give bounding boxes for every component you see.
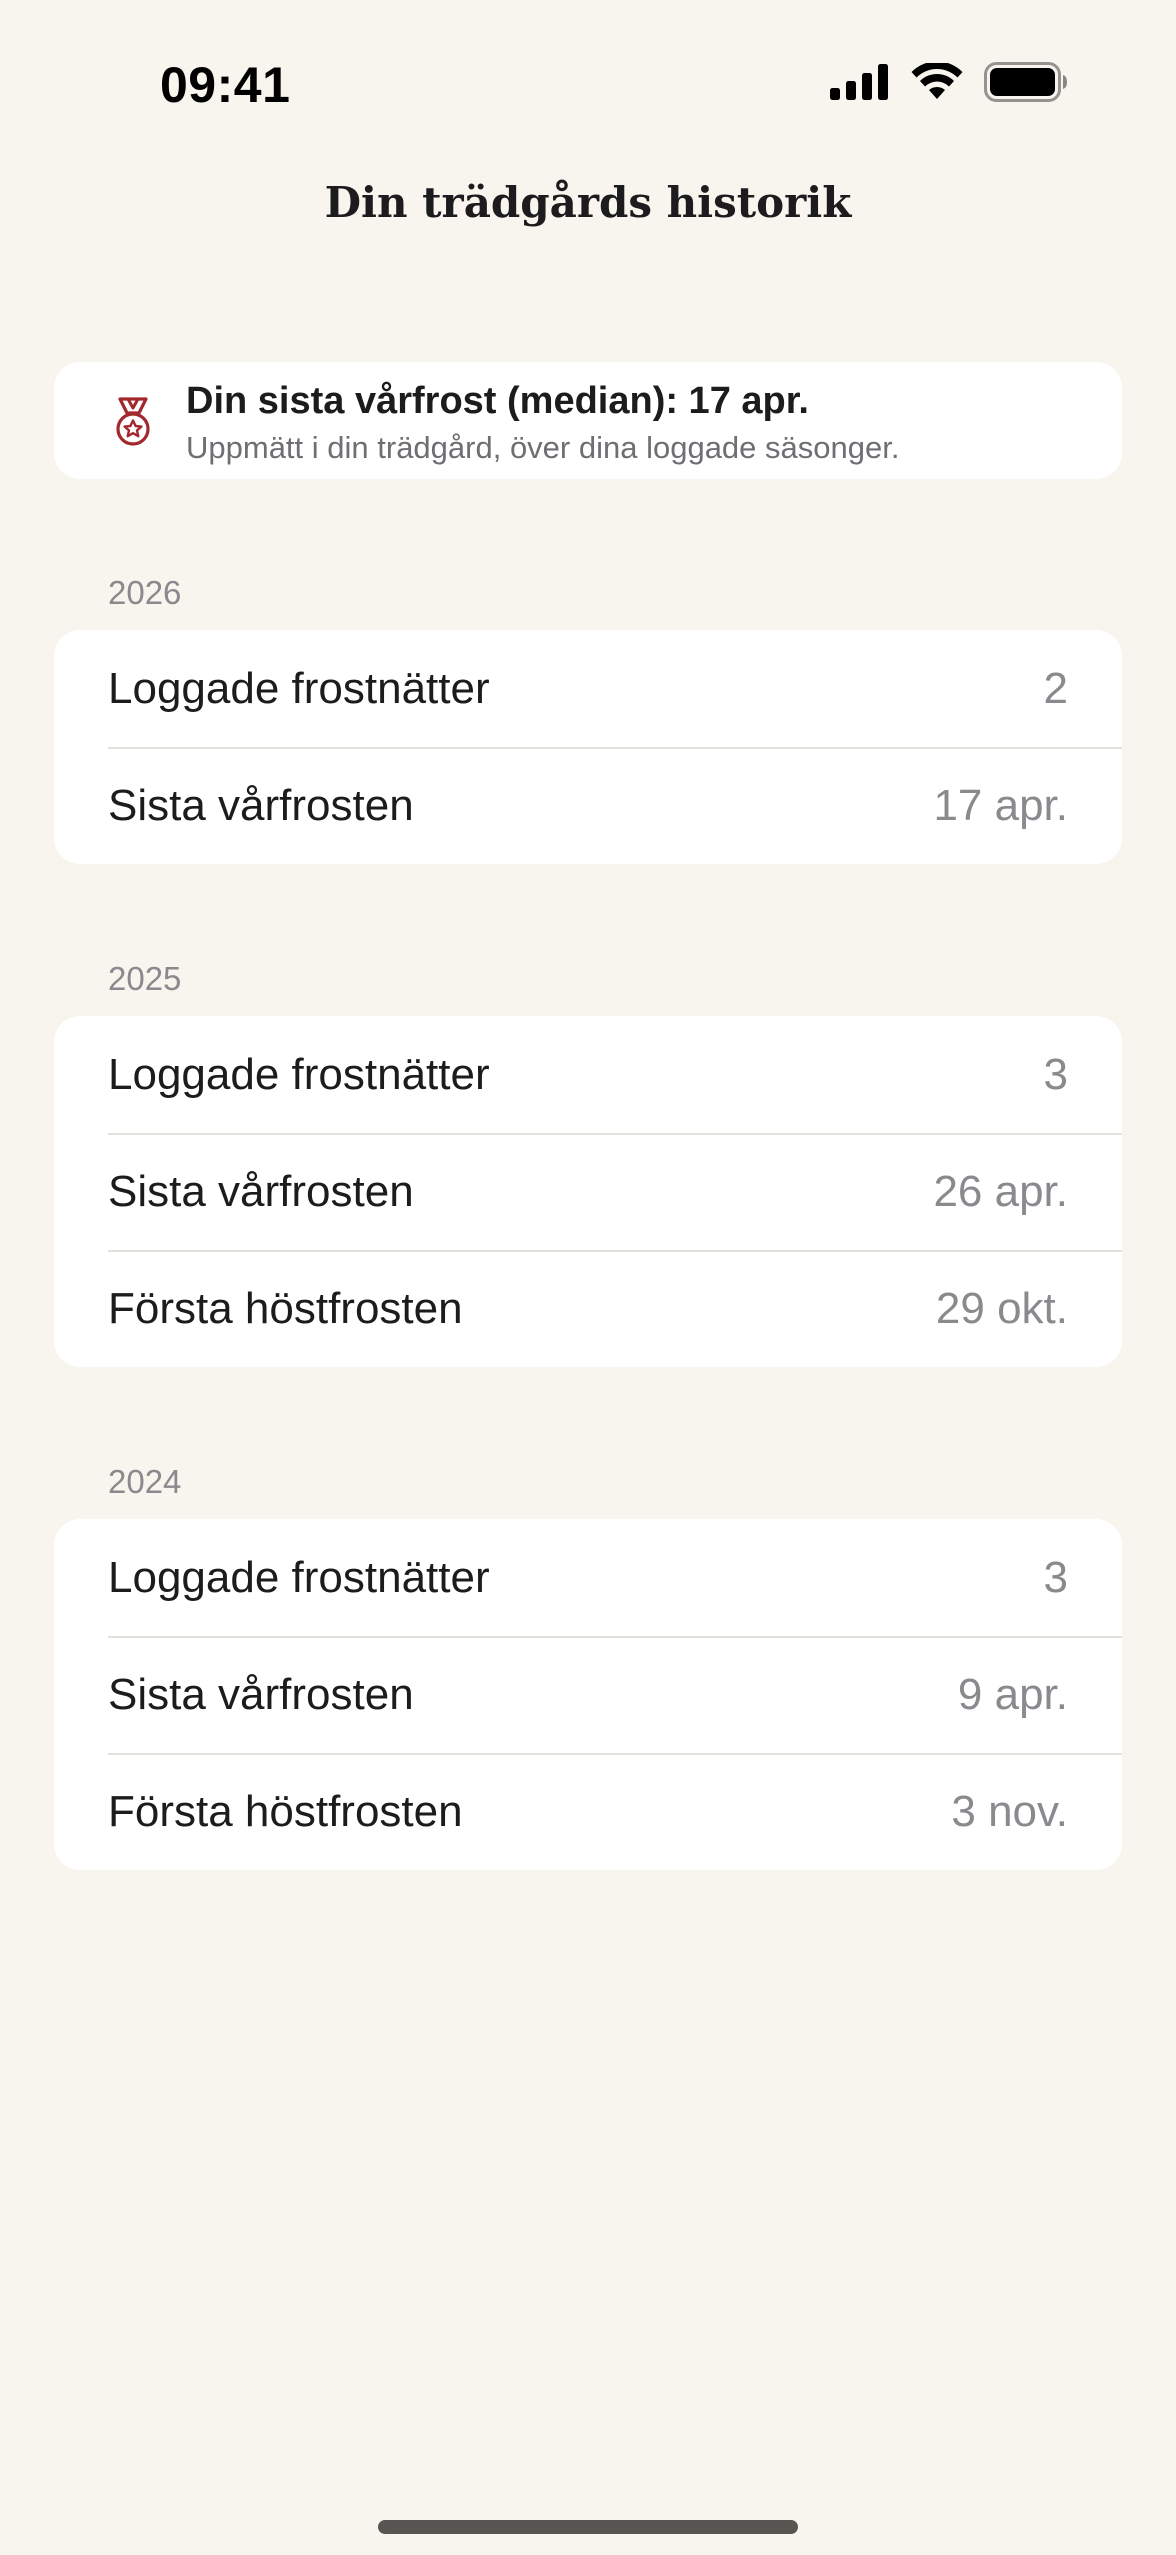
row-value: 2 [1043, 664, 1068, 713]
row-value: 26 apr. [933, 1167, 1068, 1216]
section-header-2025: 2025 [108, 960, 182, 997]
home-indicator[interactable] [378, 2520, 798, 2534]
row-value: 3 [1043, 1553, 1068, 1602]
row-label: Sista vårfrosten [108, 781, 414, 830]
row-value: 17 apr. [933, 781, 1068, 830]
cellular-signal-icon [830, 64, 890, 100]
section-header-2026: 2026 [108, 574, 182, 611]
status-bar: 09:41 [0, 0, 1176, 170]
wifi-icon [910, 63, 964, 101]
row-label: Loggade frostnätter [108, 1050, 490, 1099]
median-frost-card: Din sista vårfrost (median): 17 apr. Upp… [54, 362, 1122, 479]
row-value: 3 [1043, 1050, 1068, 1099]
row-label: Loggade frostnätter [108, 664, 490, 713]
page-title: Din trädgårds historik [324, 178, 852, 227]
list-item: Sista vårfrosten 26 apr. [54, 1133, 1122, 1250]
row-label: Första höstfrosten [108, 1284, 463, 1333]
status-icons [830, 62, 1068, 102]
list-item: Sista vårfrosten 17 apr. [54, 747, 1122, 864]
row-value: 3 nov. [951, 1787, 1068, 1836]
row-label: Loggade frostnätter [108, 1553, 490, 1602]
median-frost-title: Din sista vårfrost (median): 17 apr. [186, 380, 809, 422]
medal-icon [108, 396, 158, 448]
season-card-2024: Loggade frostnätter 3 Sista vårfrosten 9… [54, 1519, 1122, 1870]
row-value: 9 apr. [957, 1670, 1068, 1719]
row-label: Första höstfrosten [108, 1787, 463, 1836]
list-item: Första höstfrosten 3 nov. [54, 1753, 1122, 1870]
list-item: Loggade frostnätter 3 [54, 1519, 1122, 1636]
median-frost-subtitle: Uppmätt i din trädgård, över dina loggad… [186, 430, 900, 465]
list-item: Loggade frostnätter 3 [54, 1016, 1122, 1133]
battery-icon [984, 62, 1068, 102]
row-value: 29 okt. [935, 1284, 1068, 1333]
list-item: Loggade frostnätter 2 [54, 630, 1122, 747]
section-header-2024: 2024 [108, 1463, 182, 1500]
list-item: Sista vårfrosten 9 apr. [54, 1636, 1122, 1753]
season-card-2025: Loggade frostnätter 3 Sista vårfrosten 2… [54, 1016, 1122, 1367]
row-label: Sista vårfrosten [108, 1167, 414, 1216]
row-label: Sista vårfrosten [108, 1670, 414, 1719]
status-time: 09:41 [160, 57, 291, 113]
list-item: Första höstfrosten 29 okt. [54, 1250, 1122, 1367]
season-card-2026: Loggade frostnätter 2 Sista vårfrosten 1… [54, 630, 1122, 864]
